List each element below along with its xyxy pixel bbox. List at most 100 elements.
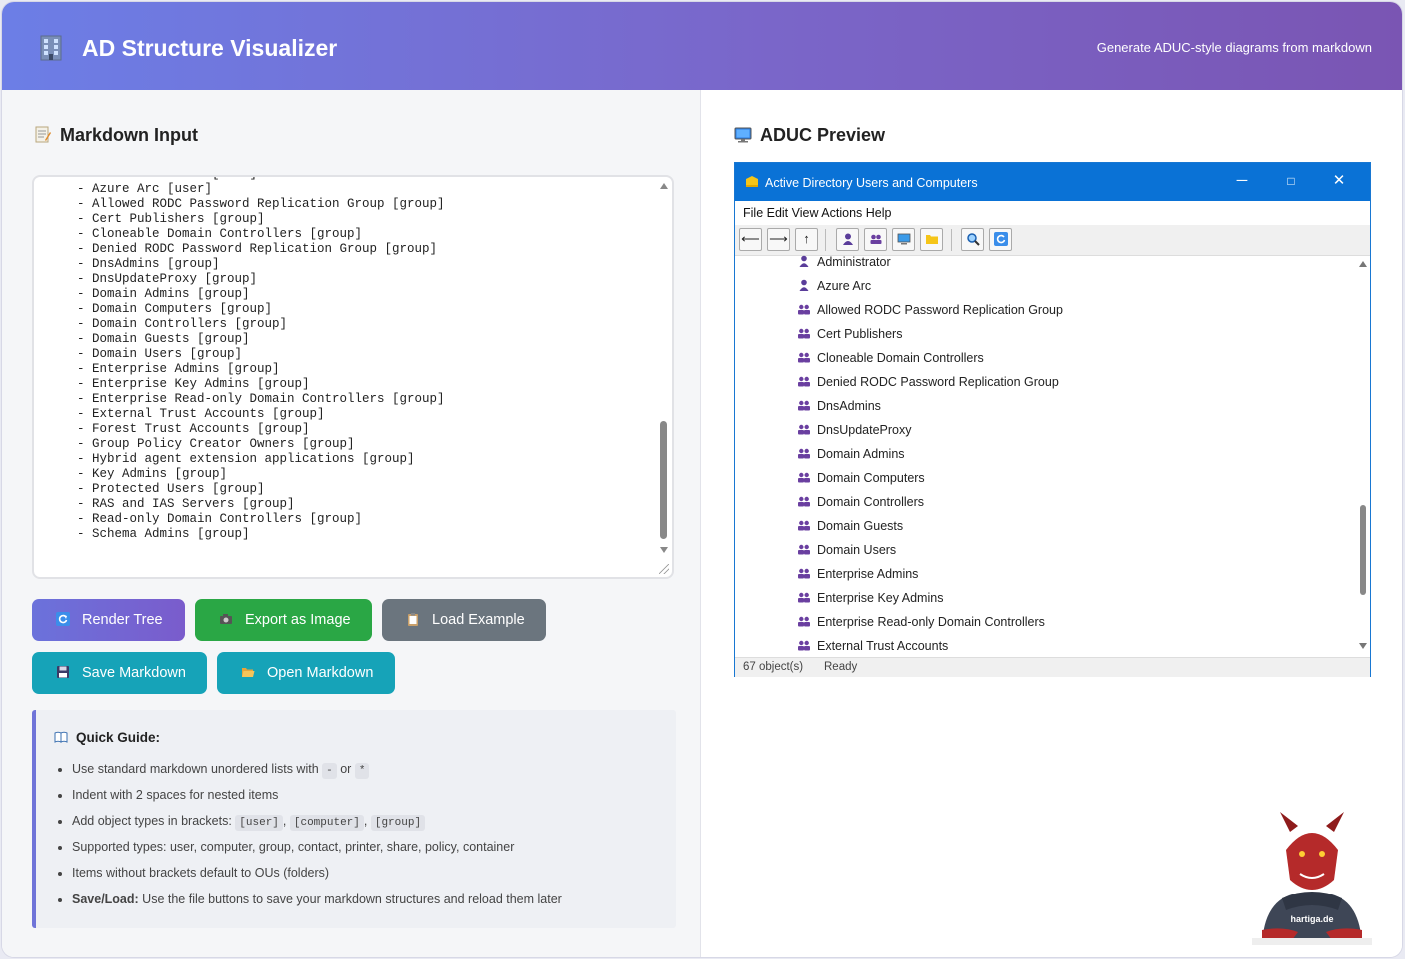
save-markdown-label: Save Markdown <box>82 665 186 681</box>
tree-scrollbar[interactable] <box>1358 259 1368 651</box>
quick-guide-title: Quick Guide: <box>54 730 160 745</box>
tree-item-group[interactable]: Domain Admins <box>797 442 905 466</box>
new-user-icon[interactable] <box>836 228 859 251</box>
tree-item-group[interactable]: Enterprise Read-only Domain Controllers <box>797 610 1045 634</box>
resize-handle-icon[interactable] <box>659 564 669 574</box>
aduc-titlebar[interactable]: Active Directory Users and Computers ─ □… <box>735 163 1370 201</box>
tree-item-group[interactable]: DnsAdmins <box>797 394 881 418</box>
new-ou-icon[interactable] <box>920 228 943 251</box>
user-icon <box>799 255 809 267</box>
preview-section-title: ADUC Preview <box>734 124 885 146</box>
tree-item-group[interactable]: Allowed RODC Password Replication Group <box>797 298 1063 322</box>
scroll-up-icon[interactable] <box>1359 261 1367 267</box>
guide-code: [group] <box>370 815 426 831</box>
tree-item-group[interactable]: Domain Controllers <box>797 490 924 514</box>
save-markdown-button[interactable]: Save Markdown <box>32 652 207 694</box>
guide-code: * <box>354 763 370 779</box>
user-icon <box>799 279 809 291</box>
aduc-window: Active Directory Users and Computers ─ □… <box>734 162 1371 677</box>
tree-item-user[interactable]: Azure Arc <box>797 274 871 298</box>
folder-open-icon <box>242 668 255 677</box>
tree-item-group[interactable]: Domain Users <box>797 538 896 562</box>
load-example-button[interactable]: Load Example <box>382 599 546 641</box>
floppy-disk-icon <box>57 666 69 678</box>
tree-item-group[interactable]: Enterprise Key Admins <box>797 586 943 610</box>
app-title: AD Structure Visualizer <box>82 35 338 61</box>
render-tree-button[interactable]: Render Tree <box>32 599 185 641</box>
quick-guide: Quick Guide: Use standard markdown unord… <box>32 710 676 928</box>
group-icon <box>798 520 810 531</box>
markdown-textarea[interactable]: - Administrator [user] - Azure Arc [user… <box>32 175 674 579</box>
tree-item-label: Enterprise Admins <box>817 567 919 581</box>
forward-arrow-icon[interactable]: ⟶ <box>767 228 790 251</box>
markdown-text[interactable]: - Administrator [user] - Azure Arc [user… <box>77 177 445 542</box>
toolbar-separator <box>951 229 952 251</box>
dragon-mascot-icon: hartiga.de <box>1252 812 1372 945</box>
markdown-section-label: Markdown Input <box>60 125 198 145</box>
minimize-icon[interactable]: ─ <box>1231 170 1253 192</box>
markdown-section-title: Markdown Input <box>34 124 198 146</box>
tree-item-user[interactable]: Administrator <box>797 255 891 274</box>
camera-icon <box>220 614 232 624</box>
guide-item: Use standard markdown unordered lists wi… <box>72 758 562 784</box>
aduc-menubar[interactable]: File Edit View Actions Help <box>735 201 1370 225</box>
status-state: Ready <box>824 661 858 673</box>
up-arrow-icon[interactable]: ↑ <box>795 228 818 251</box>
guide-text: Add object types in brackets: <box>72 814 232 828</box>
group-icon <box>798 568 810 579</box>
tree-item-label: Cloneable Domain Controllers <box>817 351 984 365</box>
guide-code: - <box>322 763 337 779</box>
find-icon[interactable] <box>961 228 984 251</box>
group-icon <box>798 472 810 483</box>
guide-code: [user] <box>235 815 283 831</box>
tree-item-group[interactable]: Domain Guests <box>797 514 903 538</box>
tree-item-group[interactable]: External Trust Accounts <box>797 634 948 655</box>
maximize-icon[interactable]: □ <box>1280 170 1302 192</box>
tree-item-label: Domain Users <box>817 543 897 557</box>
tree-item-label: Domain Computers <box>817 471 925 485</box>
scroll-up-icon[interactable] <box>660 183 668 189</box>
guide-separator: , <box>282 814 287 828</box>
group-icon <box>798 352 810 363</box>
guide-code: [computer] <box>289 815 364 831</box>
new-computer-icon[interactable] <box>892 228 915 251</box>
scroll-thumb[interactable] <box>1360 505 1366 595</box>
tree-item-label: DnsAdmins <box>817 399 881 413</box>
tree-item-group[interactable]: Cert Publishers <box>797 322 902 346</box>
tree-item-group[interactable]: Domain Computers <box>797 466 925 490</box>
guide-item: Save/Load: Use the file buttons to save … <box>72 888 562 914</box>
guide-separator: , <box>363 814 368 828</box>
new-group-icon[interactable] <box>864 228 887 251</box>
toolbar-separator <box>825 229 826 251</box>
preview-panel: ADUC Preview Active Directory Users and … <box>701 90 1402 957</box>
guide-text: Use standard markdown unordered lists wi… <box>72 762 319 776</box>
memo-icon <box>35 126 51 143</box>
tree-item-label: Administrator <box>817 255 891 269</box>
close-icon[interactable]: ✕ <box>1328 170 1350 192</box>
refresh-icon[interactable] <box>989 228 1012 251</box>
tree-item-label: External Trust Accounts <box>817 639 949 653</box>
quick-guide-title-label: Quick Guide: <box>76 730 161 745</box>
tree-item-group[interactable]: Cloneable Domain Controllers <box>797 346 984 370</box>
tree-item-group[interactable]: Enterprise Admins <box>797 562 918 586</box>
scroll-thumb[interactable] <box>660 421 667 539</box>
guide-text: Use the file buttons to save your markdo… <box>142 892 562 906</box>
export-image-button[interactable]: Export as Image <box>195 599 372 641</box>
book-icon <box>54 731 68 743</box>
tree-item-label: Enterprise Read-only Domain Controllers <box>817 615 1045 629</box>
editor-scrollbar[interactable] <box>658 179 670 553</box>
tree-item-group[interactable]: DnsUpdateProxy <box>797 418 912 442</box>
scroll-down-icon[interactable] <box>1359 643 1367 649</box>
preview-section-label: ADUC Preview <box>760 125 886 145</box>
back-arrow-icon[interactable]: ⟵ <box>739 228 762 251</box>
tree-item-group[interactable]: Denied RODC Password Replication Group <box>797 370 1059 394</box>
open-markdown-button[interactable]: Open Markdown <box>217 652 395 694</box>
group-icon <box>798 400 810 411</box>
object-count: 67 object(s) <box>743 661 804 673</box>
group-icon <box>798 544 810 555</box>
scroll-down-icon[interactable] <box>660 547 668 553</box>
guide-item: Indent with 2 spaces for nested items <box>72 784 562 810</box>
guide-text: or <box>340 762 352 776</box>
tree-item-label: Domain Admins <box>817 447 905 461</box>
group-icon <box>798 448 810 459</box>
